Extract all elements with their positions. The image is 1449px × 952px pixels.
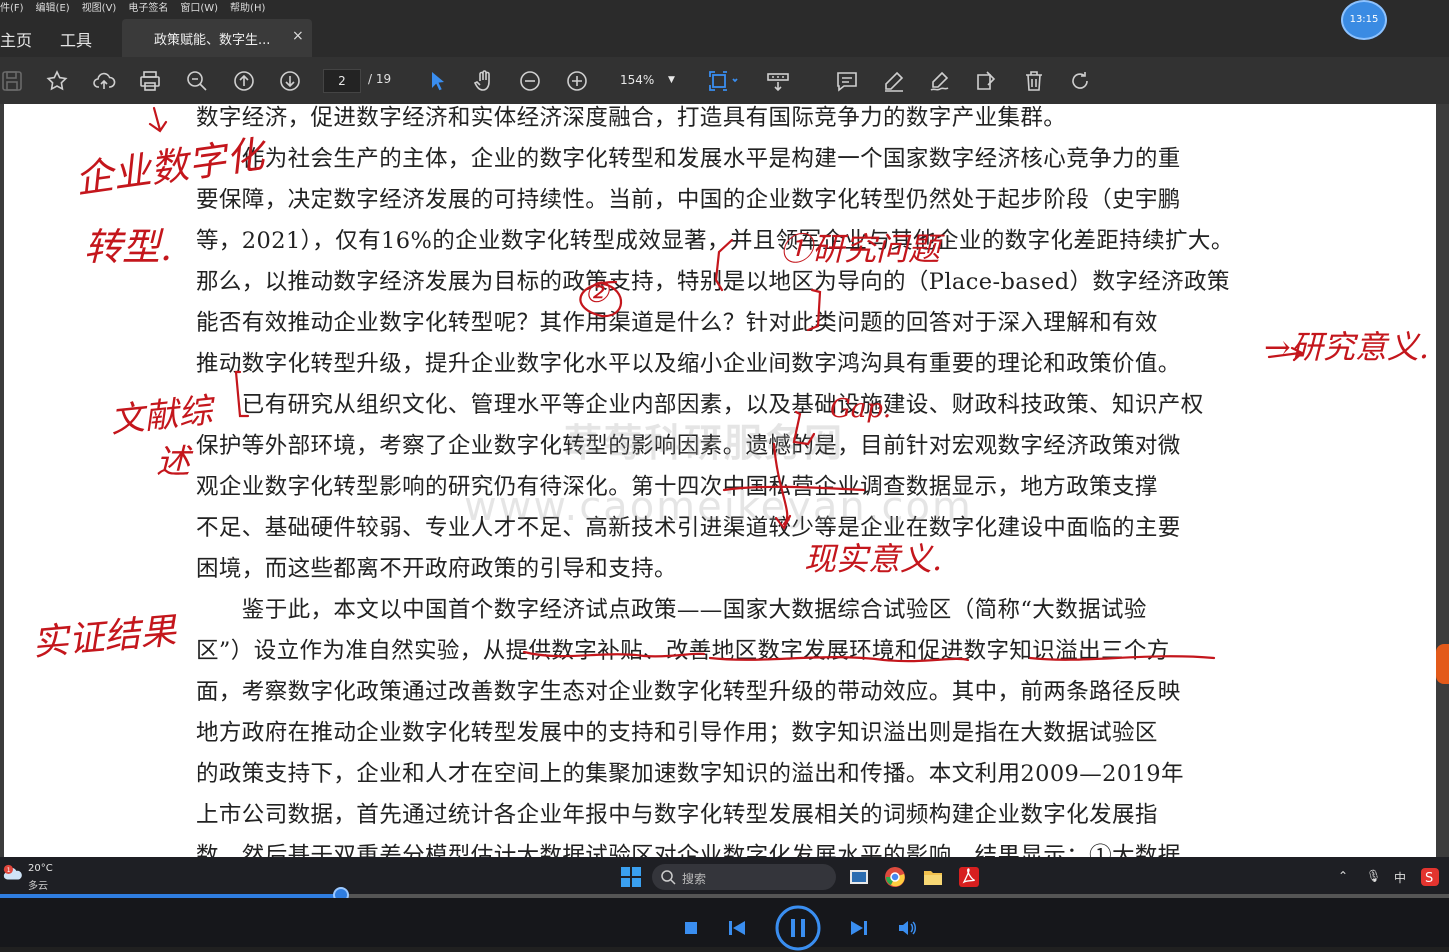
microphone-icon[interactable]: 🎙 bbox=[1366, 869, 1381, 883]
hand-tool-icon[interactable] bbox=[472, 69, 498, 93]
find-zoom-icon[interactable] bbox=[185, 69, 211, 93]
annotation-practical-significance: 现实意义. bbox=[804, 540, 943, 578]
previous-track-icon[interactable] bbox=[728, 920, 746, 936]
zoom-in-icon[interactable] bbox=[565, 69, 591, 93]
zoom-out-icon[interactable] bbox=[518, 69, 544, 93]
menu-esign[interactable]: 电子签名 bbox=[128, 0, 168, 17]
zoom-select[interactable]: 154% ▼ bbox=[604, 69, 682, 91]
tab-document-label: 政策赋能、数字生... bbox=[154, 33, 271, 48]
paragraph-line: 数，然后基于双重差分模型估计大数据试验区对企业数字化发展水平的影响。结果显示：①… bbox=[196, 843, 1181, 857]
cloud-weather-icon: 1 bbox=[3, 864, 22, 880]
menu-edit[interactable]: 编辑(E) bbox=[36, 0, 70, 17]
svg-text:S: S bbox=[1425, 871, 1433, 886]
paragraph-line: 地方政府在推动企业数字化转型发展中的支持和引导作用；数字知识溢出则是指在大数据试… bbox=[196, 720, 1158, 746]
annotation-research-question: ①研究问题 bbox=[780, 230, 941, 268]
annotation-research-significance: →研究意义. bbox=[1264, 328, 1429, 366]
paragraph-line: 等，2021），仅有16%的企业数字化转型成效显著，并且领军企业与其他企业的数字… bbox=[196, 228, 1234, 254]
paragraph-line: 作为社会生产的主体，企业的数字化转型和发展水平是构建一个国家数字经济核心竞争力的… bbox=[196, 146, 1181, 172]
comment-icon[interactable] bbox=[835, 69, 861, 93]
search-placeholder: 搜索 bbox=[682, 872, 707, 886]
menu-view[interactable]: 视图(V) bbox=[82, 0, 117, 17]
next-page-icon[interactable] bbox=[278, 69, 304, 93]
paragraph-line: 区”）设立作为准自然实验，从提供数字补贴、改善地区数字发展环境和促进数字知识溢出… bbox=[196, 638, 1170, 664]
windows-start-icon[interactable] bbox=[620, 866, 642, 888]
upload-cloud-icon[interactable] bbox=[92, 69, 118, 93]
sogou-ime-icon[interactable]: S bbox=[1420, 867, 1440, 887]
watermark-url: www.caomeikeyan.com bbox=[464, 484, 973, 530]
menu-window[interactable]: 窗口(W) bbox=[180, 0, 218, 17]
media-controls bbox=[0, 898, 1449, 951]
highlight-pen-icon[interactable] bbox=[882, 69, 908, 93]
print-icon[interactable] bbox=[138, 69, 164, 93]
weather-desc: 多云 bbox=[28, 881, 48, 892]
weather-temp: 20°C bbox=[28, 863, 53, 874]
page-number-input[interactable]: 2 bbox=[323, 69, 361, 93]
delete-icon[interactable] bbox=[1022, 69, 1048, 93]
document-viewer[interactable]: 数字经济，促进数字经济和实体经济深度融合，打造具有国际竞争力的数字产业集群。 作… bbox=[0, 104, 1449, 857]
page-total: / 19 bbox=[368, 72, 392, 86]
paragraph-line: 那么，以推动数字经济发展为目标的政策支持，特别是以地区为导向的（Place-ba… bbox=[196, 269, 1230, 295]
redo-icon[interactable] bbox=[1068, 69, 1094, 93]
chrome-icon[interactable] bbox=[884, 866, 906, 888]
pdf-page: 数字经济，促进数字经济和实体经济深度融合，打造具有国际竞争力的数字产业集群。 作… bbox=[4, 104, 1436, 857]
paragraph-line: 数字经济，促进数字经济和实体经济深度融合，打造具有国际竞争力的数字产业集群。 bbox=[196, 105, 1067, 131]
menu-help[interactable]: 帮助(H) bbox=[230, 0, 265, 17]
annotation-empirical-results: 实证结果 bbox=[30, 610, 178, 665]
toolbar: 2 / 19 154% ▼ bbox=[0, 57, 1449, 105]
tab-tools[interactable]: 工具 bbox=[60, 27, 92, 51]
search-icon bbox=[661, 870, 676, 885]
select-cursor-icon[interactable] bbox=[426, 69, 452, 93]
volume-icon[interactable] bbox=[898, 920, 918, 936]
prev-page-icon[interactable] bbox=[232, 69, 258, 93]
save-icon[interactable] bbox=[0, 69, 26, 93]
task-view-icon[interactable] bbox=[848, 866, 870, 888]
page-fit-icon[interactable] bbox=[706, 69, 746, 93]
taskbar: 1 20°C 多云 搜索 ⌃ 🎙 中 S bbox=[0, 857, 1449, 897]
pause-icon[interactable] bbox=[774, 904, 822, 952]
clock-badge: 13:15 bbox=[1341, 0, 1387, 40]
side-widget[interactable] bbox=[1436, 644, 1449, 684]
taskbar-search[interactable]: 搜索 bbox=[652, 864, 836, 890]
tab-home[interactable]: 主页 bbox=[0, 27, 32, 51]
ime-indicator[interactable]: 中 bbox=[1394, 869, 1406, 886]
draw-icon[interactable] bbox=[928, 69, 954, 93]
paragraph-line: 推动数字化转型升级，提升企业数字化水平以及缩小企业间数字鸿沟具有重要的理论和政策… bbox=[196, 351, 1181, 377]
paragraph-line: 要保障，决定数字经济发展的可持续性。当前，中国的企业数字化转型仍然处于起步阶段（… bbox=[196, 187, 1181, 213]
scroll-mode-icon[interactable] bbox=[766, 69, 792, 93]
notification-count: 1 bbox=[7, 866, 11, 874]
watermark-title: 草莓科研服务网 bbox=[564, 421, 845, 465]
paragraph-line: 鉴于此，本文以中国首个数字经济试点政策——国家大数据综合试验区（简称“大数据试验 bbox=[196, 597, 1147, 623]
paragraph-line: 面，考察数字化政策通过改善数字生态对企业数字化转型升级的带动效应。其中，前两条路… bbox=[196, 679, 1181, 705]
bookmark-star-icon[interactable] bbox=[45, 69, 71, 93]
file-explorer-icon[interactable] bbox=[922, 866, 944, 888]
annotation-transformation: 转型. bbox=[84, 225, 173, 269]
paragraph-line: 的政策支持下，企业和人才在空间上的集聚加速数字知识的溢出和传播。本文利用2009… bbox=[196, 761, 1184, 787]
chevron-down-icon: ▼ bbox=[668, 75, 675, 85]
tray-chevron-up-icon[interactable]: ⌃ bbox=[1338, 869, 1348, 883]
annotation-literature-review-2: 述 bbox=[156, 442, 190, 482]
tab-bar: 主页 工具 政策赋能、数字生... × bbox=[0, 17, 1449, 57]
acrobat-icon[interactable] bbox=[958, 866, 980, 888]
zoom-value: 154% bbox=[620, 73, 655, 87]
menu-bar: 件(F) 编辑(E) 视图(V) 电子签名 窗口(W) 帮助(H) bbox=[0, 0, 1449, 17]
annotation-gap: Gap. bbox=[830, 394, 892, 424]
paragraph-line: 能否有效推动企业数字化转型呢？其作用渠道是什么？针对此类问题的回答对于深入理解和… bbox=[196, 310, 1158, 336]
annotation-number-2: ② bbox=[584, 276, 610, 309]
stamp-icon[interactable] bbox=[974, 69, 1000, 93]
next-track-icon[interactable] bbox=[850, 920, 868, 936]
stop-icon[interactable] bbox=[684, 921, 698, 935]
paragraph-line: 上市公司数据，首先通过统计各企业年报中与数字化转型发展相关的词频构建企业数字化发… bbox=[196, 802, 1158, 828]
menu-file[interactable]: 件(F) bbox=[0, 0, 24, 17]
tab-close-icon[interactable]: × bbox=[292, 28, 304, 44]
paragraph-line: 困境，而这些都离不开政府政策的引导和支持。 bbox=[196, 556, 677, 582]
tab-document[interactable]: 政策赋能、数字生... × bbox=[122, 19, 312, 57]
